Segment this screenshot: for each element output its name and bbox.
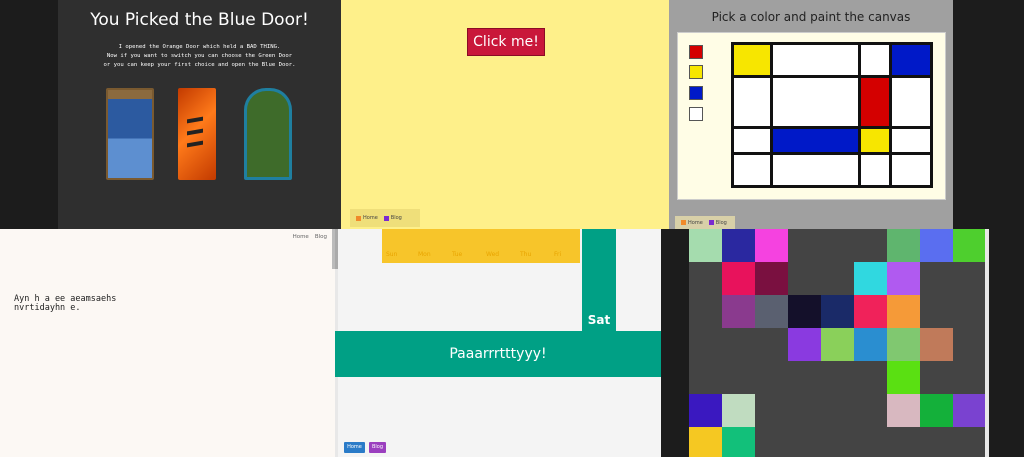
- scrambled-text: Ayn h a ee aeamsaehs nvrtidayhn e.: [14, 295, 116, 313]
- door-slot: [187, 140, 203, 148]
- canvas-block[interactable]: [773, 129, 858, 152]
- scrollbar-thumb[interactable]: [335, 229, 338, 269]
- grid-cell[interactable]: [887, 361, 920, 394]
- nav-blog[interactable]: Blog: [383, 215, 402, 221]
- party-banner: Paaarrrtttyyy!: [335, 331, 661, 377]
- blog-icon: [383, 215, 389, 221]
- blue-swatch[interactable]: [689, 86, 703, 100]
- grid-cell[interactable]: [821, 295, 854, 328]
- nav-home-label: Home: [688, 219, 703, 226]
- footer-nav: Home Blog: [675, 216, 735, 229]
- nav-blog-label: Blog: [715, 219, 727, 226]
- grid-cell[interactable]: [722, 229, 755, 262]
- mondrian-panel: Pick a color and paint the canvas Home B…: [669, 0, 953, 229]
- canvas-block[interactable]: [734, 45, 770, 75]
- mondrian-title: Pick a color and paint the canvas: [711, 10, 911, 24]
- color-grid[interactable]: [689, 229, 986, 457]
- saturday-column: Sat: [582, 229, 616, 331]
- door-slot: [187, 128, 203, 136]
- grid-cell[interactable]: [755, 295, 788, 328]
- blog-button[interactable]: Blog: [369, 442, 386, 453]
- grid-cell[interactable]: [920, 229, 953, 262]
- grid-cell[interactable]: [887, 262, 920, 295]
- top-nav: Home Blog: [287, 234, 327, 240]
- grid-cell[interactable]: [821, 328, 854, 361]
- scrollbar[interactable]: [985, 229, 989, 457]
- white-swatch[interactable]: [689, 107, 703, 121]
- canvas-block[interactable]: [861, 78, 889, 126]
- scrambled-line: nvrtidayhn e.: [14, 303, 81, 313]
- nav-home[interactable]: Home: [293, 234, 309, 240]
- canvas-line: [770, 45, 773, 185]
- nav-home-label: Home: [363, 215, 378, 221]
- nav-blog-label: Blog: [390, 215, 402, 221]
- grid-cell[interactable]: [953, 394, 986, 427]
- grid-cell[interactable]: [887, 229, 920, 262]
- grid-cell[interactable]: [953, 229, 986, 262]
- paint-canvas[interactable]: [731, 42, 933, 188]
- canvas-block[interactable]: [861, 129, 889, 152]
- grid-cell[interactable]: [722, 262, 755, 295]
- scramble-panel: Home Blog Ayn h a ee aeamsaehs nvrtidayhn …: [0, 229, 335, 457]
- green-door[interactable]: [244, 88, 292, 180]
- grid-cell[interactable]: [854, 262, 887, 295]
- grid-cell[interactable]: [854, 295, 887, 328]
- day-label: Sun: [386, 251, 398, 258]
- grid-cell[interactable]: [689, 229, 722, 262]
- day-label: Mon: [418, 251, 431, 258]
- party-calendar-panel: Sun Mon Tue Wed Thu Fri Sat Paaarrrtttyy…: [335, 229, 661, 457]
- day-label: Tue: [452, 251, 463, 258]
- grid-cell[interactable]: [854, 328, 887, 361]
- nav-blog[interactable]: Blog: [315, 234, 327, 240]
- color-grid-panel: [661, 229, 1024, 457]
- yellow-swatch[interactable]: [689, 65, 703, 79]
- door-slot: [187, 116, 203, 124]
- click-me-button[interactable]: Click me!: [467, 28, 545, 56]
- page-title: You Picked the Blue Door!: [90, 10, 309, 30]
- day-label: Wed: [486, 251, 500, 258]
- monty-hall-panel: You Picked the Blue Door! I opened the O…: [58, 0, 341, 229]
- canvas-block[interactable]: [892, 45, 930, 75]
- blue-door[interactable]: [106, 88, 154, 180]
- grid-cell[interactable]: [788, 328, 821, 361]
- grid-cell[interactable]: [887, 295, 920, 328]
- grid-cell[interactable]: [755, 229, 788, 262]
- grid-cell[interactable]: [689, 394, 722, 427]
- canvas-line: [734, 75, 930, 78]
- grid-cell[interactable]: [722, 427, 755, 457]
- orange-door[interactable]: [178, 88, 216, 180]
- door-message: I opened the Orange Door which held a BA…: [103, 44, 296, 68]
- home-icon: [681, 220, 686, 225]
- grid-cell[interactable]: [887, 328, 920, 361]
- click-me-panel: Click me! Home Blog: [341, 0, 669, 229]
- blog-icon: [708, 220, 714, 225]
- saturday-label: Sat: [587, 313, 611, 327]
- right-margin-strip: [953, 0, 1024, 229]
- grid-cell[interactable]: [920, 394, 953, 427]
- grid-cell[interactable]: [689, 427, 722, 457]
- grid-cell[interactable]: [722, 394, 755, 427]
- canvas-line: [734, 152, 930, 155]
- footer-nav: Home Blog: [350, 209, 420, 227]
- grid-cell[interactable]: [887, 394, 920, 427]
- grid-cell[interactable]: [788, 295, 821, 328]
- home-icon: [356, 215, 361, 221]
- nav-home[interactable]: Home: [356, 215, 378, 221]
- weekday-bar: Sun Mon Tue Wed Thu Fri: [382, 229, 580, 263]
- grid-cell[interactable]: [755, 262, 788, 295]
- grid-cell[interactable]: [920, 328, 953, 361]
- home-button[interactable]: Home: [344, 442, 365, 453]
- day-label: Thu: [520, 251, 532, 258]
- nav-blog[interactable]: Blog: [708, 219, 727, 226]
- red-swatch[interactable]: [689, 45, 703, 59]
- day-label: Fri: [554, 251, 562, 258]
- nav-home[interactable]: Home: [681, 220, 703, 226]
- grid-cell[interactable]: [722, 295, 755, 328]
- left-margin-strip: [0, 0, 58, 229]
